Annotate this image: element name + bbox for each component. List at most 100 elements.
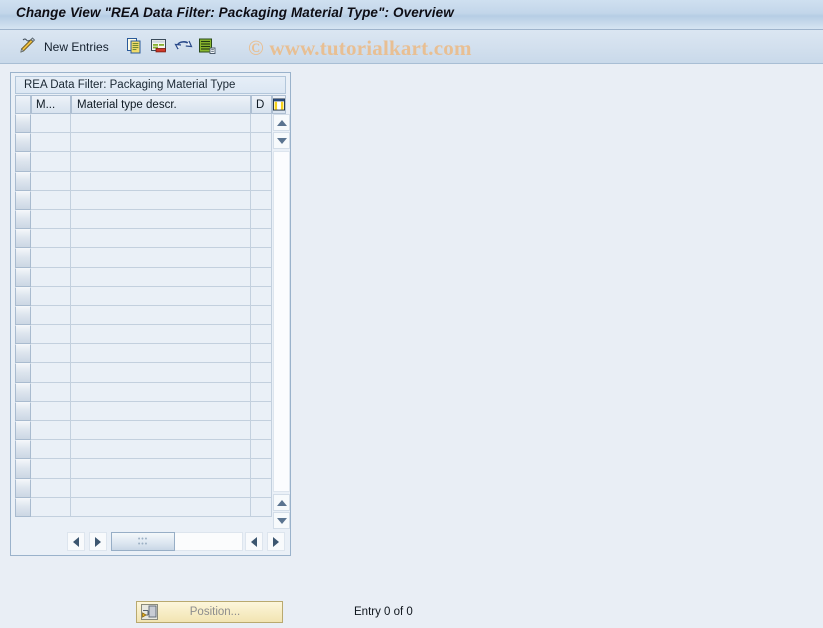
- row-selector-cell[interactable]: [15, 229, 31, 249]
- row-selector-cell[interactable]: [15, 382, 31, 402]
- table-cell-descr[interactable]: [71, 421, 251, 441]
- table-cell-descr[interactable]: [71, 344, 251, 364]
- table-cell-d[interactable]: [251, 267, 272, 287]
- table-row[interactable]: [15, 267, 286, 287]
- table-cell-d[interactable]: [251, 133, 272, 153]
- table-row[interactable]: [15, 344, 286, 364]
- row-selector-cell[interactable]: [15, 133, 31, 153]
- grid-body[interactable]: [15, 114, 286, 530]
- row-selector-cell[interactable]: [15, 478, 31, 498]
- scroll-down-bottom-button[interactable]: [273, 512, 290, 529]
- table-cell-descr[interactable]: [71, 440, 251, 460]
- table-cell-d[interactable]: [251, 190, 272, 210]
- horizontal-scroll-thumb[interactable]: ••• •••: [111, 532, 175, 551]
- hscroll-left-button[interactable]: [67, 532, 85, 551]
- table-cell-d[interactable]: [251, 114, 272, 134]
- grid-header-d[interactable]: D: [251, 95, 272, 114]
- edit-pencil-button[interactable]: [18, 30, 38, 64]
- table-row[interactable]: [15, 305, 286, 326]
- table-row[interactable]: [15, 152, 286, 172]
- table-cell-d[interactable]: [251, 286, 272, 306]
- table-cell-descr[interactable]: [71, 382, 251, 402]
- table-cell-descr[interactable]: [71, 401, 251, 421]
- new-entries-button[interactable]: New Entries: [44, 30, 109, 64]
- hscroll-right-button[interactable]: [89, 532, 107, 551]
- table-cell-d[interactable]: [251, 229, 272, 249]
- select-details-button[interactable]: [198, 30, 216, 64]
- table-cell-d[interactable]: [251, 209, 272, 230]
- table-cell-d[interactable]: [251, 440, 272, 460]
- table-row[interactable]: [15, 190, 286, 210]
- row-selector-cell[interactable]: [15, 401, 31, 421]
- table-row[interactable]: [15, 459, 286, 479]
- table-row[interactable]: [15, 133, 286, 153]
- row-selector-cell[interactable]: [15, 325, 31, 345]
- table-cell-d[interactable]: [251, 459, 272, 479]
- table-cell-mtype[interactable]: [31, 229, 71, 249]
- table-cell-mtype[interactable]: [31, 421, 71, 441]
- table-cell-mtype[interactable]: [31, 440, 71, 460]
- table-row[interactable]: [15, 440, 286, 460]
- table-cell-mtype[interactable]: [31, 190, 71, 210]
- grid-horizontal-scrollbar[interactable]: ••• •••: [15, 531, 286, 553]
- scroll-up-top-button[interactable]: [273, 114, 290, 131]
- table-cell-mtype[interactable]: [31, 267, 71, 287]
- scroll-down-top-button[interactable]: [273, 132, 290, 149]
- row-selector-cell[interactable]: [15, 190, 31, 210]
- table-cell-d[interactable]: [251, 382, 272, 402]
- row-selector-cell[interactable]: [15, 267, 31, 287]
- grid-header-mtype[interactable]: M...: [31, 95, 71, 114]
- copy-as-button[interactable]: [126, 30, 144, 64]
- table-row[interactable]: [15, 248, 286, 268]
- table-cell-descr[interactable]: [71, 114, 251, 134]
- row-selector-cell[interactable]: [15, 497, 31, 517]
- table-cell-descr[interactable]: [71, 286, 251, 306]
- row-selector-cell[interactable]: [15, 440, 31, 460]
- table-cell-descr[interactable]: [71, 363, 251, 383]
- table-row[interactable]: [15, 478, 286, 498]
- table-cell-d[interactable]: [251, 478, 272, 498]
- table-cell-mtype[interactable]: [31, 305, 71, 326]
- table-cell-descr[interactable]: [71, 248, 251, 268]
- table-cell-descr[interactable]: [71, 229, 251, 249]
- table-cell-descr[interactable]: [71, 478, 251, 498]
- table-cell-descr[interactable]: [71, 171, 251, 191]
- table-cell-mtype[interactable]: [31, 114, 71, 134]
- table-cell-mtype[interactable]: [31, 401, 71, 421]
- row-selector-cell[interactable]: [15, 344, 31, 364]
- row-selector-cell[interactable]: [15, 152, 31, 172]
- table-cell-d[interactable]: [251, 421, 272, 441]
- row-selector-cell[interactable]: [15, 248, 31, 268]
- table-cell-mtype[interactable]: [31, 286, 71, 306]
- table-row[interactable]: [15, 114, 286, 134]
- table-cell-d[interactable]: [251, 325, 272, 345]
- table-cell-d[interactable]: [251, 305, 272, 326]
- table-cell-mtype[interactable]: [31, 363, 71, 383]
- table-cell-mtype[interactable]: [31, 209, 71, 230]
- table-row[interactable]: [15, 286, 286, 306]
- table-cell-d[interactable]: [251, 152, 272, 172]
- table-cell-d[interactable]: [251, 248, 272, 268]
- table-row[interactable]: [15, 401, 286, 421]
- table-cell-mtype[interactable]: [31, 152, 71, 172]
- grid-header-descr[interactable]: Material type descr.: [71, 95, 251, 114]
- table-row[interactable]: [15, 363, 286, 383]
- row-selector-cell[interactable]: [15, 114, 31, 134]
- table-cell-mtype[interactable]: [31, 133, 71, 153]
- table-cell-mtype[interactable]: [31, 248, 71, 268]
- table-cell-mtype[interactable]: [31, 171, 71, 191]
- hscroll-right-button-2[interactable]: [267, 532, 285, 551]
- table-cell-mtype[interactable]: [31, 344, 71, 364]
- undo-button[interactable]: [174, 30, 194, 64]
- table-row[interactable]: [15, 497, 286, 517]
- position-button[interactable]: Position...: [136, 601, 283, 623]
- scroll-up-bottom-button[interactable]: [273, 494, 290, 511]
- table-cell-descr[interactable]: [71, 209, 251, 230]
- table-cell-d[interactable]: [251, 363, 272, 383]
- table-row[interactable]: [15, 421, 286, 441]
- table-cell-descr[interactable]: [71, 190, 251, 210]
- table-cell-mtype[interactable]: [31, 382, 71, 402]
- table-cell-d[interactable]: [251, 171, 272, 191]
- table-cell-d[interactable]: [251, 344, 272, 364]
- table-row[interactable]: [15, 325, 286, 345]
